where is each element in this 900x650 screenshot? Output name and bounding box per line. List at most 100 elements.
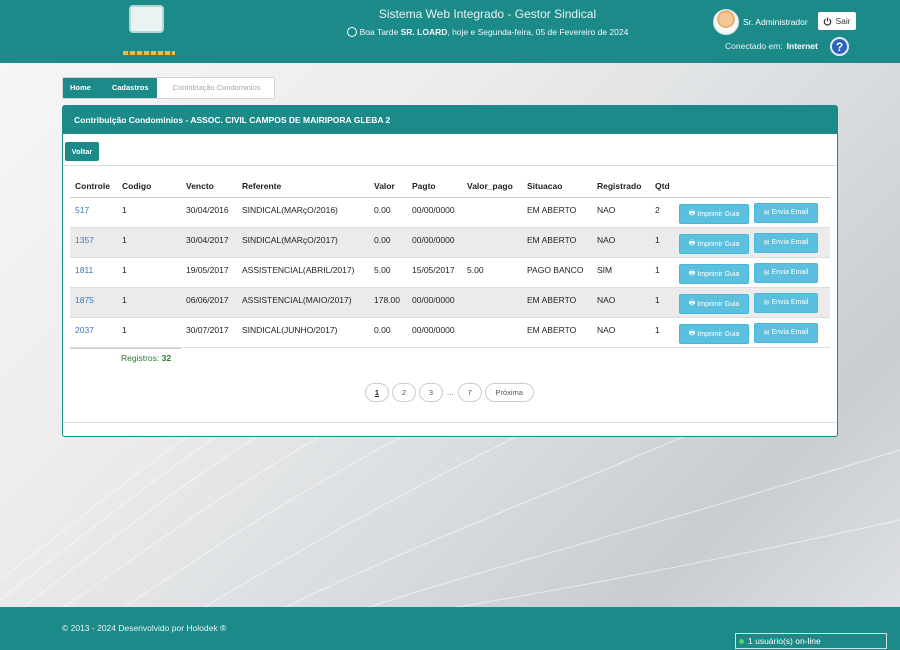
cell-controle[interactable]: 2037 [70,317,117,348]
cell-valor-pago: 5.00 [462,257,522,288]
cell-codigo: 1 [117,257,181,288]
cell-qtd: 1 [650,317,674,348]
breadcrumb-cadastros[interactable]: Cadastros [97,78,165,98]
top-header: Sistema Web Integrado - Gestor Sindical … [0,0,900,63]
panel-bottom-divider [63,422,837,423]
logo-bar [123,51,175,55]
main-panel: Contribuição Condominios - ASSOC. CIVIL … [62,105,838,437]
page-3-button[interactable]: 3 [419,383,443,402]
cell-vencto: 30/07/2017 [181,317,237,348]
cell-pagto: 15/05/2017 [407,257,462,288]
greeting-name: SR. LOARD [400,27,448,37]
panel-title: Contribuição Condominios - ASSOC. CIVIL … [63,106,837,134]
col-codigo[interactable]: Codigo [117,175,181,198]
user-name: Sr. Administrador [743,17,808,27]
table-row: 1811 1 19/05/2017 ASSISTENCIAL(ABRIL/201… [70,257,830,288]
print-button[interactable]: 🖶 Imprimir Guia [679,264,749,284]
cell-referente: ASSISTENCIAL(ABRIL/2017) [237,257,369,288]
page-last-button[interactable]: 7 [457,383,482,402]
col-registrado[interactable]: Registrado [592,175,650,198]
page-1-button[interactable]: 1 [365,383,389,402]
printer-icon: 🖶 [688,239,696,247]
print-button[interactable]: 🖶 Imprimir Guia [679,204,749,224]
logout-button[interactable]: Sair [818,12,856,30]
cell-pagto: 00/00/0000 [407,197,462,228]
email-button[interactable]: ✉ Envia Email [754,262,818,283]
back-button[interactable]: Voltar [65,142,99,161]
cell-actions: 🖶 Imprimir Guia ✉ Envia Email [674,197,830,228]
power-icon [824,16,832,26]
col-qtd[interactable]: Qtd [650,175,674,198]
cell-valor: 0.00 [369,197,407,228]
email-button[interactable]: ✉ Envia Email [754,202,818,223]
cell-controle[interactable]: 1811 [70,257,117,288]
next-page-button[interactable]: Próxima [484,383,534,402]
print-label: Imprimir Guia [697,300,740,308]
email-button[interactable]: ✉ Envia Email [754,292,818,313]
col-valor[interactable]: Valor [369,175,407,198]
cell-valor-pago [462,227,522,258]
greeting-text: Boa Tarde SR. LOARD, hoje e Segunda-feir… [300,27,675,37]
cell-situacao: EM ABERTO [522,287,592,318]
breadcrumb-home[interactable]: Home [63,78,99,98]
user-avatar [713,9,739,35]
greeting-suffix: , hoje e Segunda-feira, 05 de Fevereiro … [447,27,629,37]
email-label: Envia Email [771,299,809,306]
cell-referente: ASSISTENCIAL(MAIO/2017) [237,287,369,318]
col-situacao[interactable]: Situacao [522,175,592,198]
cell-controle[interactable]: 1357 [70,227,117,258]
printer-icon: 🖶 [688,329,696,337]
greeting-prefix: Boa Tarde [359,27,399,37]
cell-vencto: 30/04/2017 [181,227,237,258]
cell-codigo: 1 [117,227,181,258]
email-button[interactable]: ✉ Envia Email [754,322,818,343]
cell-valor-pago [462,317,522,348]
col-vencto[interactable]: Vencto [181,175,237,198]
cell-registrado: NAO [592,287,650,318]
envelope-icon: ✉ [763,269,770,277]
record-count: Registros: 32 [70,348,181,363]
col-pagto[interactable]: Pagto [407,175,462,198]
online-dot-icon [739,639,744,644]
contributions-table: Controle Codigo Vencto Referente Valor P… [70,175,830,348]
print-label: Imprimir Guia [697,270,740,278]
envelope-icon: ✉ [763,209,770,217]
cell-actions: 🖶 Imprimir Guia ✉ Envia Email [674,227,830,258]
cell-codigo: 1 [117,197,181,228]
print-button[interactable]: 🖶 Imprimir Guia [679,234,749,254]
app-logo[interactable] [129,5,164,33]
cell-qtd: 1 [650,257,674,288]
email-button[interactable]: ✉ Envia Email [754,232,818,253]
table-row: 1357 1 30/04/2017 SINDICAL(MARçO/2017) 0… [70,227,830,258]
copyright: © 2013 - 2024 Desenvolvido por Holodek ® [62,623,227,633]
table-row: 1875 1 06/06/2017 ASSISTENCIAL(MAIO/2017… [70,287,830,318]
record-count-label: Registros: [121,353,160,363]
connected-label: Conectado em: [725,41,783,51]
cell-controle[interactable]: 517 [70,197,117,228]
printer-icon: 🖶 [688,209,696,217]
connected-value: Internet [786,41,818,51]
page-2-button[interactable]: 2 [392,383,416,402]
cell-actions: 🖶 Imprimir Guia ✉ Envia Email [674,257,830,288]
cell-valor: 0.00 [369,317,407,348]
col-referente[interactable]: Referente [237,175,369,198]
print-label: Imprimir Guia [697,240,740,248]
email-label: Envia Email [771,209,809,216]
logout-label: Sair [835,16,851,26]
connection-status: Conectado em: Internet [725,41,818,51]
col-valor-pago[interactable]: Valor_pago [462,175,522,198]
cell-valor-pago [462,197,522,228]
table-row: 2037 1 30/07/2017 SINDICAL(JUNHO/2017) 0… [70,317,830,348]
help-icon[interactable]: ? [830,37,849,56]
cell-qtd: 2 [650,197,674,228]
cell-valor: 5.00 [369,257,407,288]
print-button[interactable]: 🖶 Imprimir Guia [679,294,749,314]
online-users: 1 usuário(s) on-line [735,633,887,649]
cell-referente: SINDICAL(MARçO/2017) [237,227,369,258]
cell-controle[interactable]: 1875 [70,287,117,318]
print-button[interactable]: 🖶 Imprimir Guia [679,324,749,344]
cell-situacao: PAGO BANCO [522,257,592,288]
divider [63,165,837,166]
cell-actions: 🖶 Imprimir Guia ✉ Envia Email [674,317,830,348]
col-controle[interactable]: Controle [70,175,117,198]
